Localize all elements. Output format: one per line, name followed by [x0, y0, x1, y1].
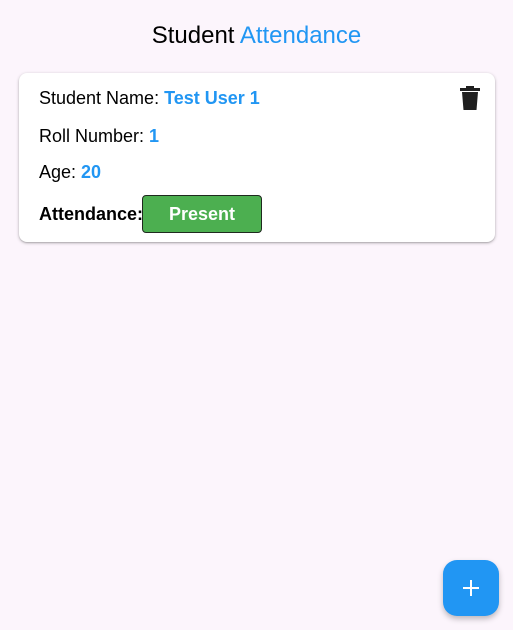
delete-button[interactable] [456, 83, 484, 113]
attendance-status-button[interactable]: Present [142, 195, 262, 233]
plus-icon [463, 580, 479, 596]
age-label: Age: [39, 162, 77, 182]
page-title: Student Attendance [0, 20, 513, 52]
age-value: 20 [81, 162, 102, 182]
roll-number-label: Roll Number: [39, 126, 145, 146]
roll-number-row: Roll Number: 1 [39, 125, 159, 147]
roll-number-value: 1 [149, 126, 160, 146]
trash-icon [460, 86, 480, 110]
attendance-label: Attendance: [39, 204, 144, 224]
title-accent: Attendance [239, 22, 362, 49]
student-card: Student Name: Test User 1 Roll Number: 1… [19, 73, 495, 242]
title-prefix: Student [151, 22, 235, 49]
student-name-row: Student Name: Test User 1 [39, 87, 260, 109]
add-student-button[interactable] [443, 560, 499, 616]
student-name-label: Student Name: [39, 88, 160, 108]
student-name-value: Test User 1 [164, 88, 260, 108]
age-row: Age: 20 [39, 161, 101, 183]
